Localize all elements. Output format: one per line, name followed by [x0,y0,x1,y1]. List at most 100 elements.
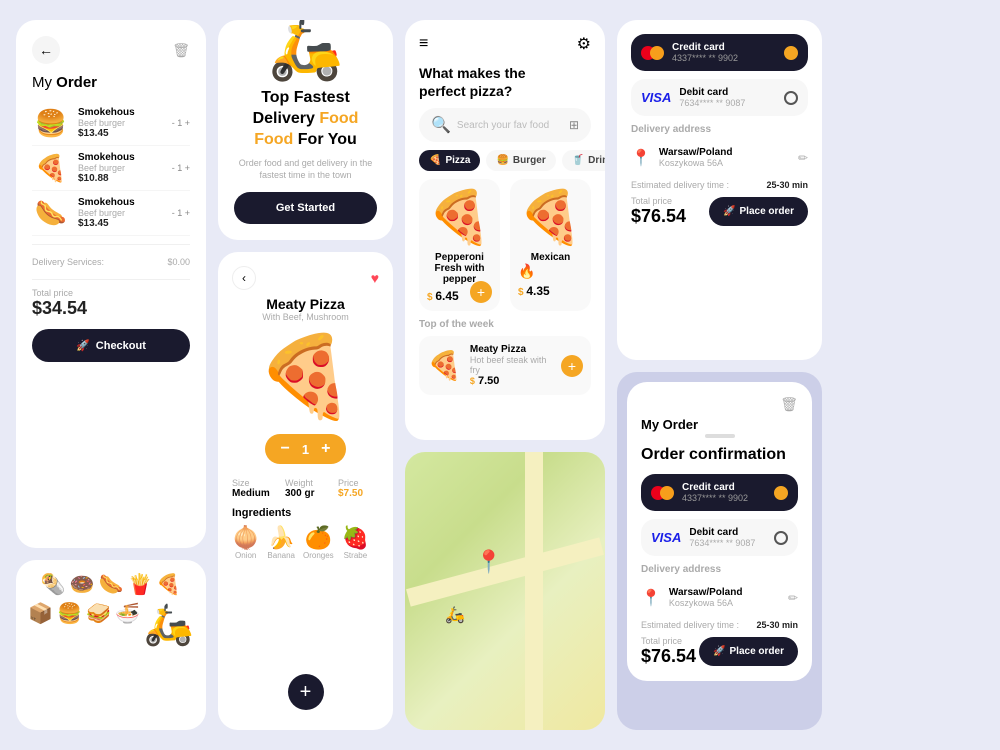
food-emoji-3: 🌭 [32,198,70,229]
location-oc: Warsaw/Poland [669,587,780,598]
add-to-cart-button[interactable]: + [288,674,324,710]
place-order-button-oc[interactable]: 🚀 Place order [699,637,798,666]
quantity-value: 1 [302,442,309,457]
column-3: ≡ ⚙ What makes the perfect pizza? 🔍 Sear… [405,20,605,730]
place-order-button-top[interactable]: 🚀 Place order [709,197,808,226]
credit-card-option-oc[interactable]: Credit card 4337**** ** 9902 [641,474,798,511]
mastercard-logo [641,46,664,60]
ingredient-orange: 🍊 Oronges [303,525,334,560]
location-icon-oc: 📍 [641,588,661,608]
pizza-image: 🍕 [232,330,379,424]
column-1: ← 🗑 My Order 🍔 Smokehous Beef burger $13… [16,20,206,730]
specs-row: Size Medium Weight 300 gr Price $7.50 [232,478,379,499]
credit-radio-top[interactable] [784,46,798,60]
order-confirm-card: 🗑 My Order Order confirmation Credit car… [627,382,812,681]
address-location-top: Warsaw/Poland [659,147,790,158]
qty-ctrl-2[interactable]: - 1 + [172,163,190,173]
oc-header: 🗑 [641,396,798,413]
total-label-top: Total price [631,196,686,206]
banner-scooter: 🛵 [268,20,343,84]
credit-card-type-top: Credit card [672,42,776,53]
hamburger-menu-icon[interactable]: ≡ [419,35,428,53]
checkout-button[interactable]: 🚀 Checkout [32,329,190,362]
oc-my-order-label: My Order [641,417,798,432]
banner-title: Top Fastest Delivery Food Food For You [234,88,377,150]
get-started-button[interactable]: Get Started [234,192,377,224]
tab-burger[interactable]: 🍔Burger [486,150,555,171]
filter-icon[interactable]: ⊞ [569,118,579,132]
credit-type-oc: Credit card [682,482,766,493]
map-card: 📍 🛵 [405,452,605,730]
credit-card-option-top[interactable]: Credit card 4337**** ** 9902 [631,34,808,71]
add-week-item-button[interactable]: + [561,355,583,377]
credit-radio-oc[interactable] [774,486,788,500]
delivery-row: Delivery Services: $0.00 [32,253,190,271]
prev-button[interactable]: ‹ [232,266,256,290]
est-val-oc: 25-30 min [756,620,798,630]
week-price: $ 7.50 [470,375,553,387]
pepperoni-image: 🍕 [427,187,492,248]
address-street-top: Koszykowa 56A [659,158,790,168]
decrease-button[interactable]: − [281,440,290,458]
mc-circle-orange-oc [660,486,674,500]
est-row-oc: Estimated delivery time : 25-30 min [641,620,798,630]
food-icon-wrap: 🌯 [41,572,66,597]
map-road-vertical [525,452,543,730]
total-section-oc: Total price $76.54 [641,636,696,667]
est-label-top: Estimated delivery time : [631,180,729,190]
food-emoji-2: 🍕 [32,153,70,184]
address-row-oc: 📍 Warsaw/Poland Koszykowa 56A ✏ [641,581,798,614]
tab-pizza[interactable]: 🍕Pizza [419,150,480,171]
debit-radio-oc[interactable] [774,531,788,545]
column-2: 🛵 Top Fastest Delivery Food Food For You… [218,20,393,730]
food-icon-wrap: 📦 [28,601,53,648]
edit-icon-oc[interactable]: ✏ [788,591,798,605]
edit-address-icon-top[interactable]: ✏ [798,151,808,165]
rocket-icon-oc: 🚀 [713,646,725,657]
food-icon-wrap: 🍜 [115,601,140,648]
tab-drink[interactable]: 🥤Drink [562,150,605,171]
delivery-price: $0.00 [167,257,190,267]
order-price-2: $10.88 [78,173,164,184]
favorite-icon[interactable]: ♥ [371,270,379,286]
search-placeholder[interactable]: Search your fav food [457,120,563,131]
food-icon-wrap: 🥪 [86,601,111,648]
order-confirm-wrapper: 🗑 My Order Order confirmation Credit car… [617,372,822,730]
credit-card-num-top: 4337**** ** 9902 [672,53,776,63]
order-price-1: $13.45 [78,128,164,139]
debit-card-info-top: Debit card 7634**** ** 9087 [679,87,776,108]
highlight-text: Food [254,131,293,148]
delivery-scooter-icon: 🛵 [144,601,194,648]
search-bar: 🔍 Search your fav food ⊞ [419,108,591,142]
increase-button[interactable]: + [321,440,330,458]
total-row-oc: Total price $76.54 🚀 Place order [641,636,798,667]
my-order-card: ← 🗑 My Order 🍔 Smokehous Beef burger $13… [16,20,206,548]
column-4: Credit card 4337**** ** 9902 VISA Debit … [617,20,822,730]
debit-card-option-top[interactable]: VISA Debit card 7634**** ** 9087 [631,79,808,116]
debit-info-oc: Debit card 7634**** ** 9087 [689,527,766,548]
delete-icon-oc[interactable]: 🗑 [780,396,798,413]
est-label-oc: Estimated delivery time : [641,620,739,630]
delete-icon[interactable]: 🗑 [172,42,190,59]
featured-grid: 🍕 Pepperoni Fresh with pepper $ 6.45 + 🍕… [419,179,591,311]
settings-icon[interactable]: ⚙ [577,34,591,54]
food-icon-wrap: 🍕 [156,572,181,597]
qty-ctrl-1[interactable]: - 1 + [172,118,190,128]
order-name-1: Smokehous [78,107,164,118]
delivery-banner-card: 🛵 Top Fastest Delivery Food Food For You… [218,20,393,240]
price-spec: Price $7.50 [338,478,379,499]
qty-ctrl-3[interactable]: - 1 + [172,208,190,218]
mc-circle-orange [650,46,664,60]
visa-logo-top: VISA [641,90,671,105]
order-sub-2: Beef burger [78,163,164,173]
back-button[interactable]: ← [32,36,60,64]
week-info: Meaty Pizza Hot beef steak with fry $ 7.… [470,344,553,387]
mexican-image: 🍕 [518,187,583,248]
size-spec: Size Medium [232,478,273,499]
week-pizza-image: 🍕 [427,349,462,382]
order-info-2: Smokehous Beef burger $10.88 [78,152,164,184]
debit-radio-top[interactable] [784,91,798,105]
week-sub: Hot beef steak with fry [470,355,553,375]
debit-card-option-oc[interactable]: VISA Debit card 7634**** ** 9087 [641,519,798,556]
ingredient-onion: 🧅 Onion [232,525,259,560]
